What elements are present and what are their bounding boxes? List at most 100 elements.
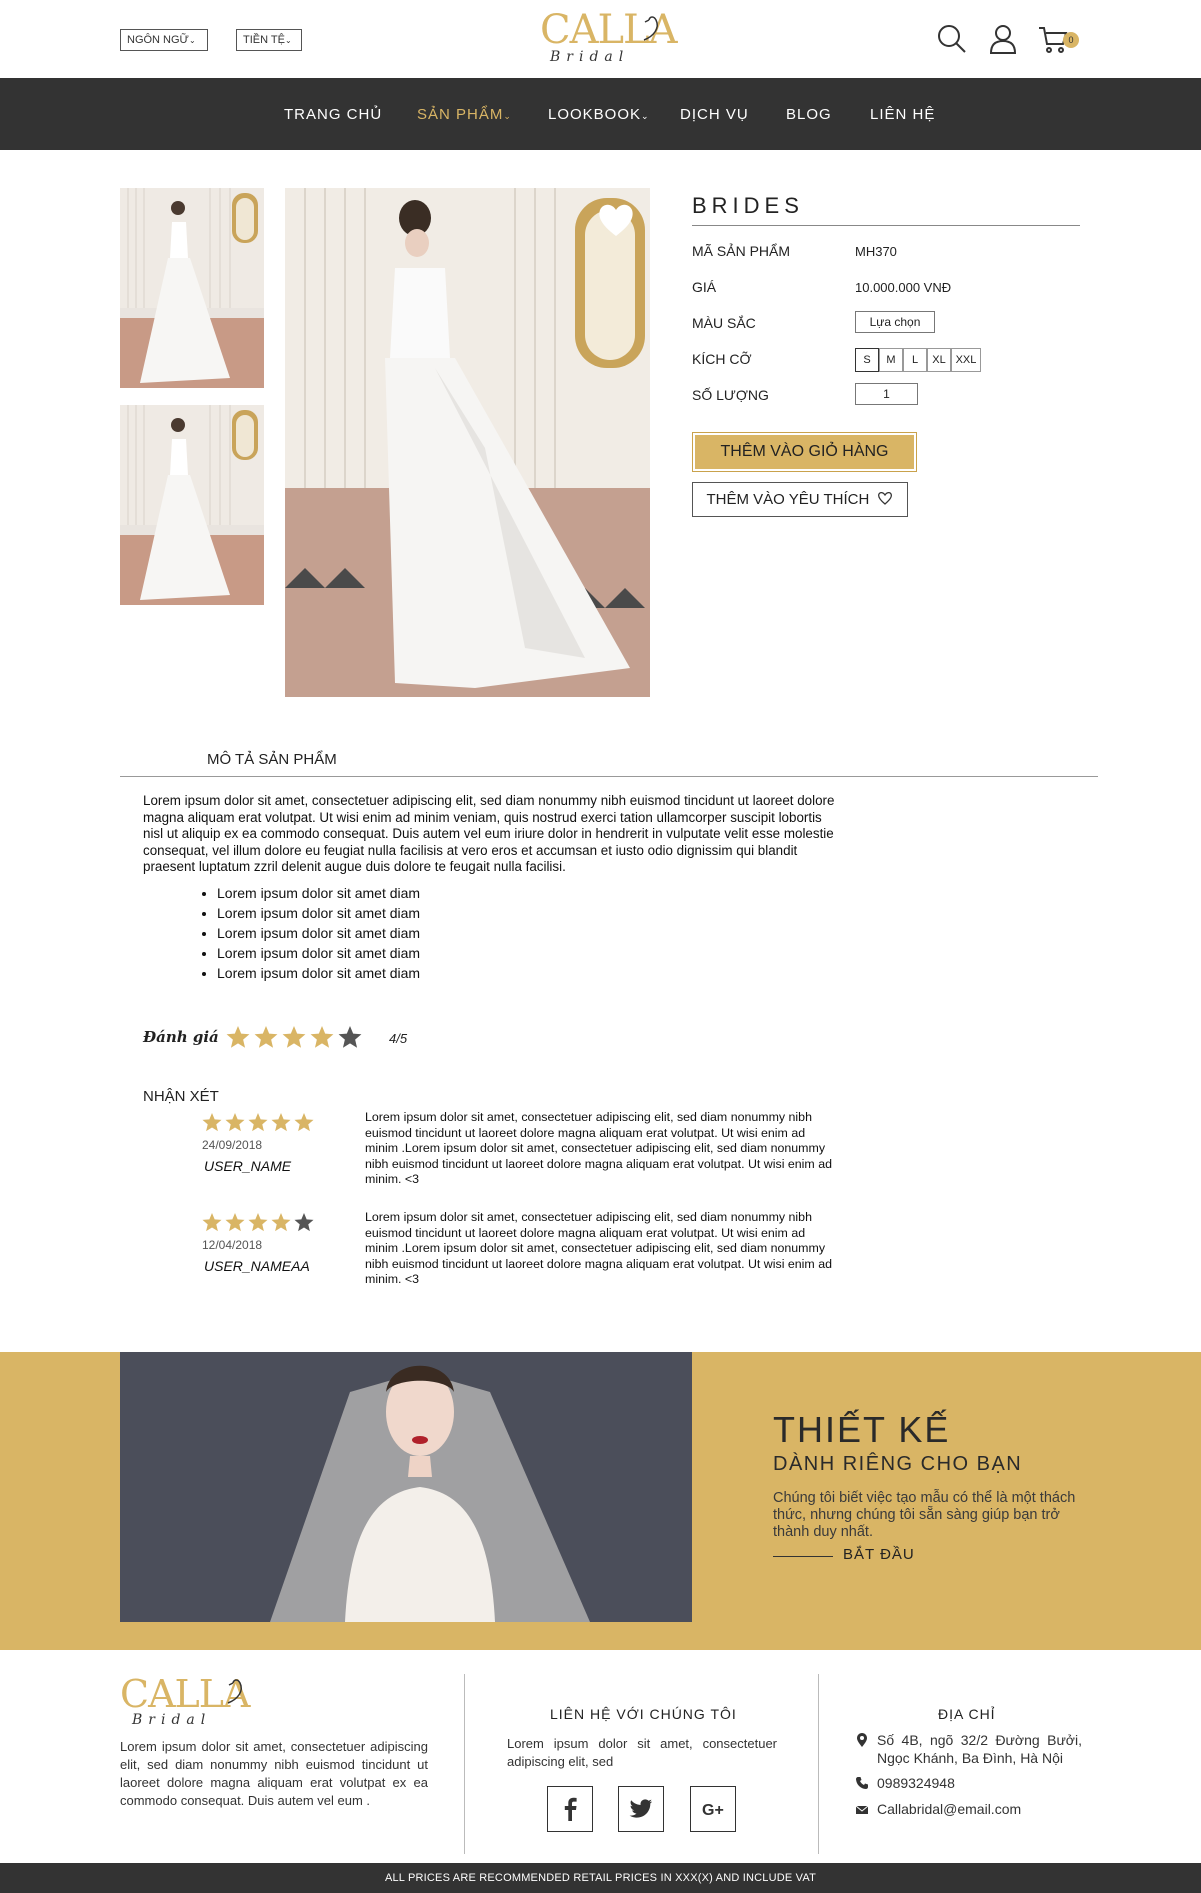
product-thumbnail[interactable] (120, 188, 264, 388)
main-nav: TRANG CHỦ SẢN PHẨM⌄ LOOKBOOK⌄ DỊCH VỤ BL… (0, 78, 1201, 150)
email-address[interactable]: Callabridal@email.com (877, 1800, 1021, 1818)
google-plus-icon[interactable]: G+ (690, 1786, 736, 1832)
location-pin-icon (857, 1733, 867, 1747)
user-icon[interactable] (988, 24, 1018, 54)
wishlist-label: THÊM VÀO YÊU THÍCH (706, 491, 870, 508)
rating-value: 4/5 (389, 1031, 408, 1046)
star-filled-icon (248, 1213, 268, 1232)
swan-icon (643, 16, 658, 41)
nav-item-services[interactable]: DỊCH VỤ (680, 106, 749, 123)
divider (120, 776, 1098, 777)
add-to-wishlist-button[interactable]: THÊM VÀO YÊU THÍCH (692, 482, 908, 517)
size-option-l[interactable]: L (903, 348, 927, 372)
start-link[interactable]: BẮT ĐẦU (843, 1546, 915, 1563)
language-select[interactable]: NGÔN NGỮ⌄ (120, 29, 208, 51)
review-date: 12/04/2018 (202, 1238, 263, 1252)
size-option-xl[interactable]: XL (927, 348, 951, 372)
product-category: BRIDES (692, 193, 804, 218)
star-filled-icon (202, 1113, 222, 1132)
product-thumbnail[interactable] (120, 405, 264, 605)
description-text: Lorem ipsum dolor sit amet, consectetuer… (143, 793, 835, 875)
star-filled-icon (225, 1213, 245, 1232)
size-label: KÍCH CỠ (692, 351, 752, 367)
banner-text: Chúng tôi biết việc tạo mẫu có thể là mộ… (773, 1490, 1076, 1540)
nav-item-contact[interactable]: LIÊN HỆ (870, 106, 935, 123)
chevron-down-icon: ⌄ (641, 111, 650, 121)
size-option-xxl[interactable]: XXL (951, 348, 981, 372)
color-select-button[interactable]: Lựa chọn (855, 311, 935, 333)
review-text: Lorem ipsum dolor sit amet, consectetuer… (365, 1210, 832, 1287)
size-option-s[interactable]: S (855, 348, 879, 372)
chevron-down-icon: ⌄ (188, 36, 196, 45)
review-user: USER_NAME (204, 1158, 292, 1174)
divider (692, 225, 1080, 226)
star-filled-icon (226, 1026, 250, 1048)
color-label: MÀU SẮC (692, 315, 756, 331)
price-label: GIÁ (692, 279, 717, 295)
product-code: MH370 (855, 244, 897, 259)
facebook-icon[interactable] (547, 1786, 593, 1832)
star-filled-icon (248, 1113, 268, 1132)
top-header: NGÔN NGỮ⌄ TIỀN TỆ⌄ CALLA Bridal 0 (0, 0, 1201, 78)
email-icon (855, 1805, 869, 1814)
nav-item-blog[interactable]: BLOG (786, 106, 832, 123)
swan-icon (227, 1679, 242, 1704)
chevron-down-icon: ⌄ (503, 111, 512, 121)
star-filled-icon (282, 1026, 306, 1048)
review-date: 24/09/2018 (202, 1138, 263, 1152)
nav-item-home[interactable]: TRANG CHỦ (284, 106, 382, 123)
currency-label: TIỀN TỆ (243, 34, 285, 46)
list-item: Lorem ipsum dolor sit amet diam (217, 943, 420, 963)
quantity-label: SỐ LƯỢNG (692, 387, 769, 403)
product-price: 10.000.000 VNĐ (855, 280, 952, 295)
list-item: Lorem ipsum dolor sit amet diam (217, 903, 420, 923)
cart-count-badge: 0 (1063, 32, 1079, 48)
code-label: MÃ SẢN PHẨM (692, 243, 791, 259)
star-filled-icon (271, 1213, 291, 1232)
star-filled-icon (310, 1026, 334, 1048)
description-bullets: Lorem ipsum dolor sit amet diam Lorem ip… (217, 883, 420, 983)
divider (464, 1674, 465, 1854)
tab-description[interactable]: MÔ TẢ SẢN PHẨM (207, 751, 337, 768)
star-empty-icon (338, 1026, 362, 1048)
list-item: Lorem ipsum dolor sit amet diam (217, 923, 420, 943)
review-user: USER_NAMEAA (204, 1258, 310, 1274)
star-filled-icon (271, 1113, 291, 1132)
star-empty-icon (294, 1213, 314, 1232)
banner-subtitle: DÀNH RIÊNG CHO BẠN (773, 1453, 1023, 1475)
star-filled-icon (254, 1026, 278, 1048)
rating-label: Đánh giá (143, 1028, 219, 1046)
address-title: ĐỊA CHỈ (938, 1706, 996, 1722)
nav-item-products[interactable]: SẢN PHẨM⌄ (417, 106, 512, 123)
list-item: Lorem ipsum dolor sit amet diam (217, 883, 420, 903)
phone-number[interactable]: 0989324948 (877, 1774, 955, 1792)
banner-title: THIẾT KẾ (773, 1409, 951, 1450)
banner-image (120, 1352, 692, 1622)
currency-select[interactable]: TIỀN TỆ⌄ (236, 29, 302, 51)
twitter-icon[interactable] (618, 1786, 664, 1832)
phone-icon (856, 1777, 868, 1789)
favorite-heart-icon[interactable] (596, 200, 636, 240)
star-filled-icon (225, 1113, 245, 1132)
divider (773, 1556, 833, 1557)
contact-text: Lorem ipsum dolor sit amet, consectetuer… (507, 1736, 777, 1769)
add-to-cart-button[interactable]: THÊM VÀO GIỎ HÀNG (692, 432, 917, 472)
nav-item-lookbook[interactable]: LOOKBOOK⌄ (548, 106, 650, 123)
contact-title: LIÊN HỆ VỚI CHÚNG TÔI (550, 1706, 737, 1722)
footer-about: Lorem ipsum dolor sit amet, consectetuer… (120, 1739, 428, 1808)
reviews-title: NHẬN XÉT (143, 1088, 219, 1105)
search-icon[interactable] (937, 24, 967, 54)
review-text: Lorem ipsum dolor sit amet, consectetuer… (365, 1110, 832, 1187)
heart-outline-icon (878, 491, 893, 505)
footer-logo[interactable]: CALLA Bridal (120, 1675, 250, 1731)
product-main-image[interactable] (285, 188, 650, 697)
list-item: Lorem ipsum dolor sit amet diam (217, 963, 420, 983)
language-label: NGÔN NGỮ (127, 34, 189, 46)
star-filled-icon (294, 1113, 314, 1132)
svg-text:G+: G+ (702, 1802, 724, 1819)
size-option-m[interactable]: M (879, 348, 903, 372)
address-text: Số 4B, ngõ 32/2 Đường Bưởi, Ngọc Khánh, … (877, 1732, 1082, 1766)
site-logo[interactable]: CALLA Bridal (540, 10, 678, 66)
quantity-input[interactable]: 1 (855, 383, 918, 405)
chevron-down-icon: ⌄ (284, 36, 292, 45)
